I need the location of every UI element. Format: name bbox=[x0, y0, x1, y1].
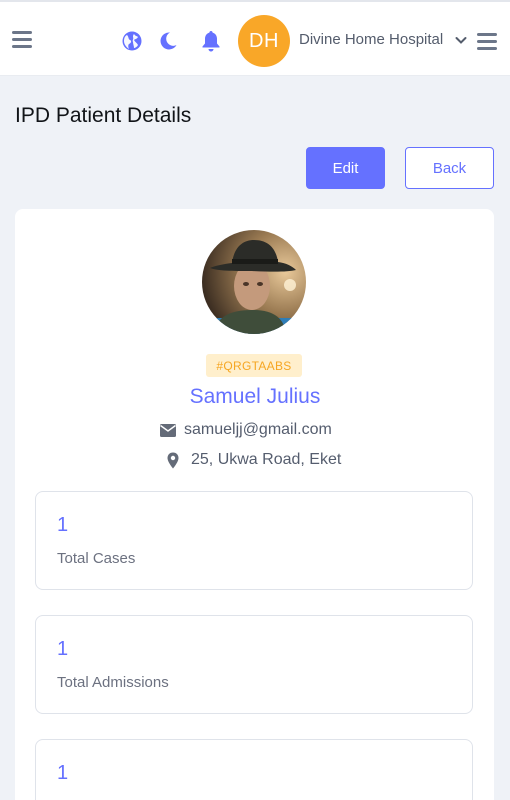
hospital-selector[interactable]: Divine Home Hospital bbox=[299, 31, 443, 48]
back-button[interactable]: Back bbox=[405, 147, 494, 189]
hamburger-icon[interactable] bbox=[12, 31, 32, 49]
envelope-icon bbox=[160, 424, 176, 437]
patient-email: samueljj@gmail.com bbox=[184, 421, 332, 438]
stat-card-total-cases: 1 Total Cases bbox=[35, 491, 473, 590]
bell-icon[interactable] bbox=[201, 30, 221, 52]
stat-label: Total Cases bbox=[57, 550, 136, 567]
stat-value: 1 bbox=[57, 638, 69, 660]
map-pin-icon bbox=[167, 452, 179, 469]
hospital-name: Divine Home Hospital bbox=[299, 31, 444, 48]
moon-icon[interactable] bbox=[158, 31, 178, 51]
page-title: IPD Patient Details bbox=[15, 104, 192, 127]
patient-address: 25, Ukwa Road, Eket bbox=[191, 451, 342, 468]
patient-photo bbox=[202, 230, 306, 334]
right-menu-icon[interactable] bbox=[477, 33, 497, 51]
stat-value: 1 bbox=[57, 762, 69, 784]
chevron-down-icon[interactable] bbox=[455, 36, 467, 45]
patient-id-badge: #QRGTAABS bbox=[206, 354, 302, 377]
stat-card-total-admissions: 1 Total Admissions bbox=[35, 615, 473, 714]
patient-name: Samuel Julius bbox=[189, 385, 321, 408]
stat-card-third: 1 bbox=[35, 739, 473, 800]
top-navbar: DH Divine Home Hospital bbox=[0, 0, 510, 76]
stat-label: Total Admissions bbox=[57, 674, 169, 691]
stat-value: 1 bbox=[57, 514, 69, 536]
user-initials: DH bbox=[249, 29, 279, 52]
globe-icon[interactable] bbox=[122, 31, 142, 51]
user-avatar[interactable]: DH bbox=[238, 15, 290, 67]
edit-button[interactable]: Edit bbox=[306, 147, 385, 189]
